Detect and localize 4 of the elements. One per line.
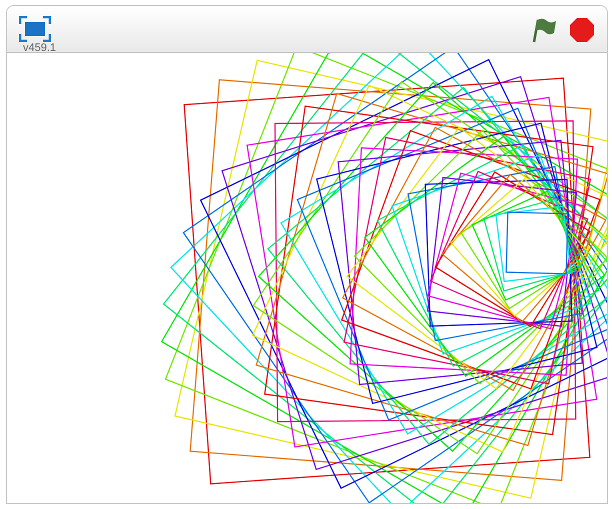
fullscreen-icon[interactable] bbox=[19, 16, 51, 42]
flag-icon[interactable] bbox=[531, 16, 557, 44]
stop-icon[interactable] bbox=[569, 17, 595, 43]
version-label: v459.1 bbox=[23, 42, 56, 54]
